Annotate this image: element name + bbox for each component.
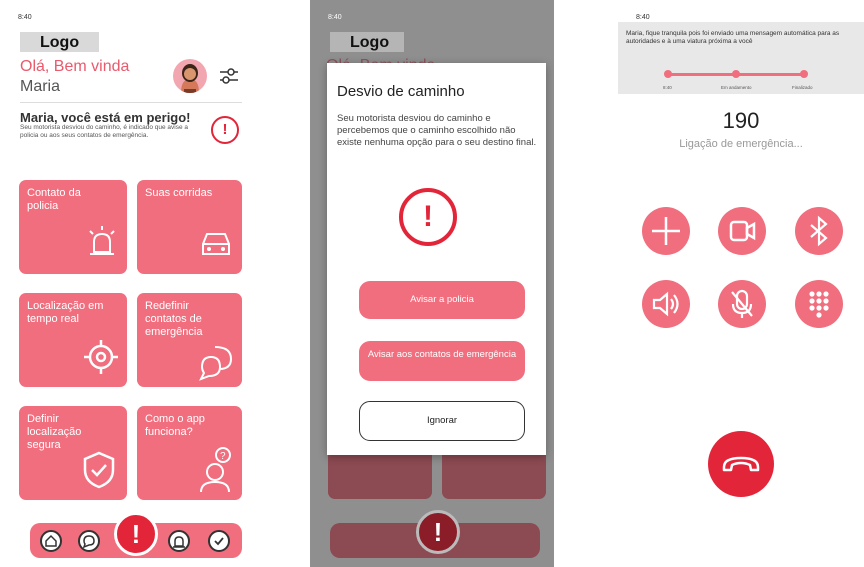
check-icon[interactable] [208,530,230,552]
home-screen: 8:40 Logo Olá, Bem vinda Maria Maria, vo… [0,0,262,567]
filter-settings-icon[interactable] [218,66,240,86]
home-icon[interactable] [40,530,62,552]
emergency-call-screen: 8:40 Maria, fique tranquila pois foi env… [618,0,864,567]
divider [20,102,242,103]
step-label: Finalizado [792,85,813,90]
mute-button[interactable] [718,280,766,328]
alert-icon[interactable]: ! [211,116,239,144]
notify-contacts-button[interactable]: Avisar aos contatos de emergência [359,341,525,381]
avatar[interactable] [173,59,207,93]
help-person-icon: ? [200,447,231,493]
call-status: Ligação de emergência... [679,138,803,150]
progress-dot [732,70,740,78]
ignore-button[interactable]: Ignorar [359,401,525,441]
add-call-button[interactable] [642,207,690,255]
keypad-button[interactable] [795,280,843,328]
mute-icon [731,289,753,318]
modal-title: Desvio de caminho [337,83,465,100]
svg-text:?: ? [220,451,226,462]
speaker-button[interactable] [642,280,690,328]
status-time: 8:40 [18,14,32,21]
deviation-modal-screen: 8:40 Logo Olá, Bem vinda ! Desvio de cam… [310,0,554,567]
card-police-contact[interactable]: Contato da policia [19,180,127,274]
progress-dot [664,70,672,78]
card-realtime-location[interactable]: Localização em tempo real [19,293,127,387]
banner-text: Maria, fique tranquila pois foi enviado … [626,30,840,45]
call-number: 190 [722,108,760,133]
step-label: 8:40 [663,85,672,90]
chat-icon[interactable] [78,530,100,552]
greeting: Olá, Bem vinda [20,58,130,75]
status-time: 8:40 [636,14,650,21]
emergency-alert-button[interactable]: ! [114,512,158,556]
card-label: Definir localização segura [27,413,82,451]
car-icon [202,233,230,255]
card-label: Suas corridas [145,187,213,199]
card-label: Redefinir contatos de emergência [145,300,203,338]
target-icon [84,340,118,374]
shield-check-icon [83,451,115,489]
user-name: Maria [20,78,61,95]
hang-up-button[interactable] [708,431,774,497]
notification-banner: Maria, fique tranquila pois foi enviado … [618,22,864,94]
logo: Logo [330,32,404,52]
logo: Logo [20,32,99,52]
chat-bubbles-icon [198,346,233,381]
warning-icon: ! [399,188,457,246]
alert-title: Maria, você está em perigo! [20,110,191,125]
keypad-icon [809,291,829,318]
card-label: Contato da policia [27,187,81,212]
card-label: Como o app funciona? [145,413,205,438]
card-redefine-contacts[interactable]: Redefinir contatos de emergência [137,293,242,387]
modal-body: Seu motorista desviou do caminho e perce… [337,113,537,148]
video-icon [729,220,756,242]
siren-icon[interactable] [168,530,190,552]
plus-icon [652,217,680,245]
notify-police-button[interactable]: Avisar a policia [359,281,525,319]
bluetooth-icon [810,215,828,247]
deviation-modal: Desvio de caminho Seu motorista desviou … [327,63,546,455]
video-button[interactable] [718,207,766,255]
card-label: Localização em tempo real [27,300,104,325]
card-rides[interactable]: Suas corridas [137,180,242,274]
phone-hangup-icon [722,456,760,472]
dimmed-alert-button: ! [416,510,460,554]
step-label: Em andamento [721,85,752,90]
status-time: 8:40 [328,14,342,21]
card-how-it-works[interactable]: Como o app funciona? ? [137,406,242,500]
progress-dot [800,70,808,78]
bluetooth-button[interactable] [795,207,843,255]
siren-icon [89,226,115,255]
speaker-icon [652,291,679,317]
alert-text: Seu motorista desviou do caminho, é indi… [20,124,189,139]
card-safe-location[interactable]: Definir localização segura [19,406,127,500]
